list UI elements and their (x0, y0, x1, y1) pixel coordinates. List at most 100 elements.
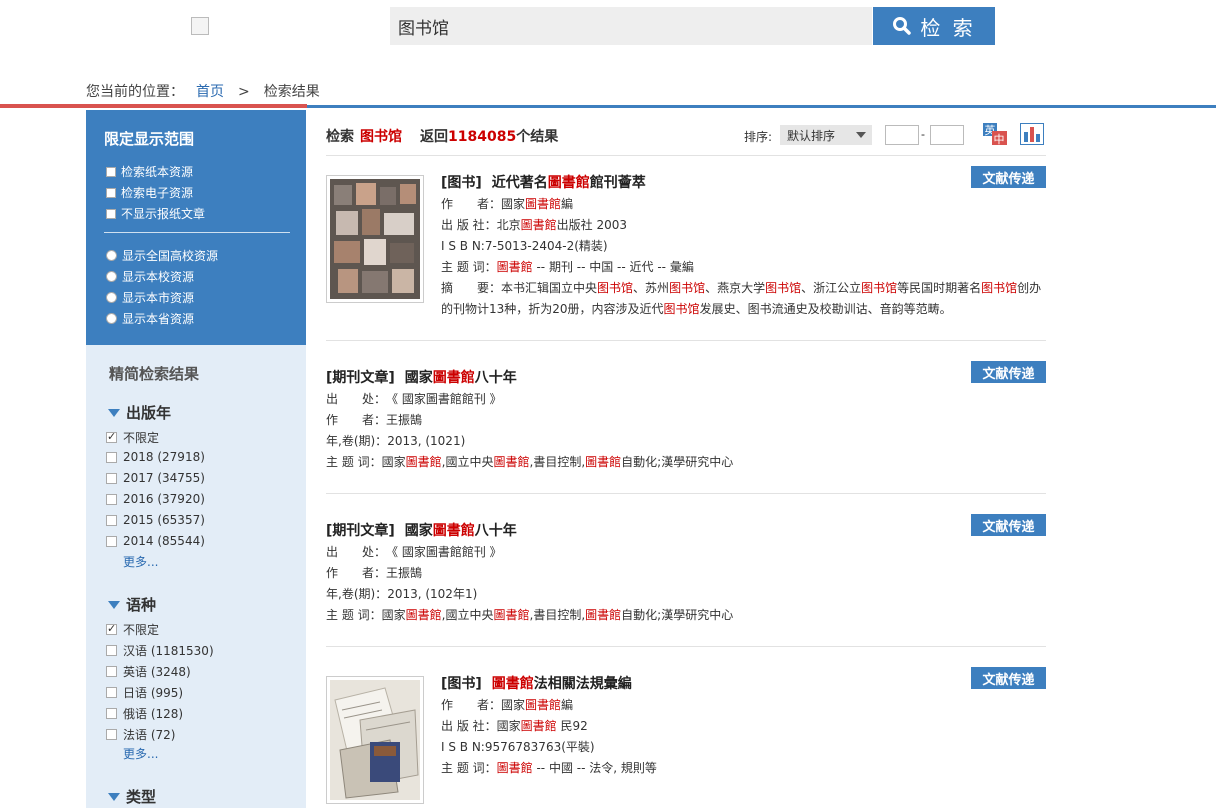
result-meta: 作 者：國家圖書館編 出 版 社：北京圖書館出版社 2003 I S B N: … (441, 194, 1041, 320)
facet-language-item[interactable]: 法语 (72) (106, 726, 175, 743)
field-value: -- 期刊 -- 中国 -- 近代 -- 彙編 (532, 260, 694, 274)
field-value[interactable]: 《 國家圖書館館刊 》 (386, 545, 502, 559)
result-title-highlight: 圖書館 (547, 175, 590, 191)
language-switch-icon[interactable]: 英 中 (983, 123, 1007, 145)
scope-radio-city[interactable]: 显示本市资源 (106, 289, 194, 306)
field-value: 國家 (381, 608, 406, 622)
checkbox[interactable] (106, 708, 117, 719)
year-from-input[interactable] (885, 125, 919, 145)
triangle-down-icon (108, 792, 120, 801)
checkbox[interactable] (106, 493, 117, 505)
facet-year-item[interactable]: 2017 (34755) (106, 471, 205, 485)
checkbox[interactable] (106, 208, 116, 219)
field-value[interactable]: 王振鵠 (386, 413, 422, 427)
facet-language-head[interactable]: 语种 (108, 594, 156, 615)
checkbox[interactable] (106, 729, 117, 740)
scope-radio-label: 显示本省资源 (122, 312, 195, 326)
result-volume-row: 年,卷(期)：2013, (102年1) (326, 584, 733, 605)
radio[interactable] (106, 250, 117, 261)
year-to-input[interactable] (930, 125, 964, 145)
field-highlight: 圖書館 (525, 698, 562, 712)
checkbox[interactable] (106, 166, 116, 177)
scope-checkbox-print[interactable]: 检索纸本资源 (106, 163, 193, 180)
result-title-text: 八十年 (474, 370, 517, 386)
breadcrumb: 您当前的位置： 首页 > 检索结果 (86, 81, 320, 101)
checkbox[interactable] (106, 187, 116, 198)
field-value: 編 (561, 197, 574, 211)
facet-language-item[interactable]: 英语 (3248) (106, 663, 191, 680)
facet-type-head[interactable]: 类型 (108, 786, 156, 807)
checkbox[interactable] (106, 472, 117, 484)
scope-radio-national[interactable]: 显示全国高校资源 (106, 247, 218, 264)
checkbox[interactable] (106, 514, 117, 526)
scope-radio-school[interactable]: 显示本校资源 (106, 268, 194, 285)
bar-chart-icon[interactable] (1020, 123, 1044, 145)
field-highlight: 圖書館 (493, 455, 530, 469)
facet-language-item[interactable]: 不限定 (106, 621, 159, 638)
result-title[interactable]: [图书] 近代著名圖書館館刊薈萃 (441, 172, 646, 192)
result-title-text: 國家 (404, 523, 433, 539)
field-label: 年,卷(期)： (326, 587, 388, 601)
field-label: 出 版 社： (441, 719, 497, 733)
facet-language-item[interactable]: 俄语 (128) (106, 705, 183, 722)
refine-title: 精简检索结果 (109, 365, 200, 383)
scope-checkbox-no-newspaper[interactable]: 不显示报纸文章 (106, 205, 205, 222)
scope-radio-province[interactable]: 显示本省资源 (106, 310, 194, 327)
field-highlight: 图书馆 (981, 281, 1018, 295)
field-value[interactable]: 王振鵠 (386, 566, 422, 580)
search-input[interactable] (390, 7, 872, 45)
checkbox[interactable] (106, 687, 117, 698)
result-isbn-row: I S B N: 9576783763(平裝) (441, 737, 657, 758)
results-return-label: 返回 (420, 129, 448, 145)
field-label: I S B N: (441, 740, 485, 754)
result-category: [期刊文章] (326, 370, 395, 386)
deliver-button[interactable]: 文献传递 (971, 361, 1046, 383)
book-cover-image[interactable] (326, 175, 424, 303)
checkbox[interactable] (106, 622, 117, 635)
facet-language-item[interactable]: 日语 (995) (106, 684, 183, 701)
facet-language-item[interactable]: 汉语 (1181530) (106, 642, 214, 659)
breadcrumb-separator: > (238, 84, 250, 100)
facet-item-label: 日语 (995) (123, 686, 184, 700)
result-subject-row: 主 题 词：國家圖書館,國立中央圖書館,書目控制,圖書館自動化;漢學研究中心 (326, 452, 733, 473)
facet-year-item[interactable]: 2015 (65357) (106, 513, 205, 527)
result-title[interactable]: [期刊文章] 國家圖書館八十年 (326, 520, 517, 540)
facet-item-label: 2015 (65357) (123, 513, 205, 527)
field-highlight: 圖書館 (520, 719, 557, 733)
deliver-button[interactable]: 文献传递 (971, 166, 1046, 188)
scope-panel: 限定显示范围 检索纸本资源 检索电子资源 不显示报纸文章 显示全国高校资源 显示… (86, 110, 306, 345)
deliver-button[interactable]: 文献传递 (971, 667, 1046, 689)
checkbox[interactable] (106, 666, 117, 677)
checkbox[interactable] (106, 451, 117, 463)
result-author-row: 作 者：國家圖書館編 (441, 194, 1041, 215)
logo-image[interactable] (191, 17, 209, 35)
result-title-highlight: 圖書館 (432, 523, 475, 539)
facet-year-item[interactable]: 2018 (27918) (106, 450, 205, 464)
breadcrumb-home-link[interactable]: 首页 (196, 84, 224, 100)
field-highlight: 圖書館 (496, 260, 533, 274)
facet-year-item[interactable]: 不限定 (106, 429, 159, 446)
facet-item-label: 俄语 (128) (123, 707, 184, 721)
checkbox[interactable] (106, 645, 117, 656)
field-value[interactable]: 《 國家圖書館館刊 》 (386, 392, 502, 406)
scope-checkbox-electronic[interactable]: 检索电子资源 (106, 184, 193, 201)
radio[interactable] (106, 313, 117, 324)
result-source-row: 出 处：《 國家圖書館館刊 》 (326, 389, 733, 410)
facet-year-item[interactable]: 2014 (85544) (106, 534, 205, 548)
book-cover-image[interactable] (326, 676, 424, 804)
facet-year-more-link[interactable]: 更多... (123, 553, 158, 570)
result-title[interactable]: [图书] 圖書館法相關法規彙編 (441, 673, 632, 693)
radio[interactable] (106, 292, 117, 303)
facet-year-head[interactable]: 出版年 (108, 402, 171, 423)
search-button[interactable]: 检 索 (873, 7, 995, 45)
result-title[interactable]: [期刊文章] 國家圖書館八十年 (326, 367, 517, 387)
field-label: 年,卷(期)： (326, 434, 388, 448)
checkbox[interactable] (106, 430, 117, 443)
deliver-button[interactable]: 文献传递 (971, 514, 1046, 536)
field-value: ,國立中央 (441, 455, 494, 469)
checkbox[interactable] (106, 535, 117, 547)
sort-select[interactable]: 默认排序 (780, 125, 872, 145)
radio[interactable] (106, 271, 117, 282)
facet-year-item[interactable]: 2016 (37920) (106, 492, 205, 506)
facet-language-more-link[interactable]: 更多... (123, 745, 158, 762)
